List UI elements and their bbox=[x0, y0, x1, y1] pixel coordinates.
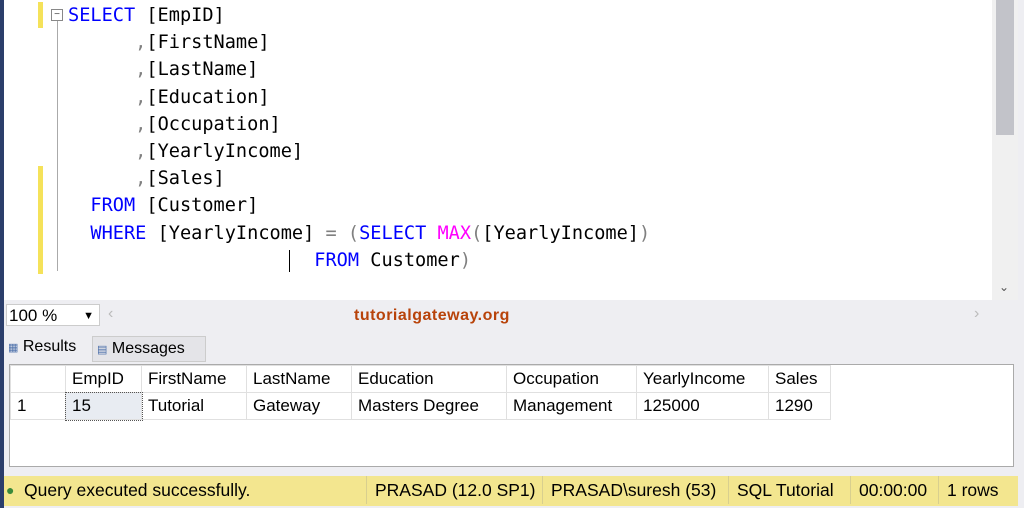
code-token: [YearlyIncome] bbox=[146, 141, 304, 163]
status-message: Query executed successfully. bbox=[24, 480, 251, 500]
collapse-icon[interactable]: − bbox=[51, 9, 63, 21]
zoom-value: 100 % bbox=[9, 306, 58, 325]
outline-guide bbox=[57, 21, 58, 271]
vertical-scrollbar[interactable]: ⌄ bbox=[992, 0, 1018, 300]
scroll-down-icon[interactable]: ⌄ bbox=[999, 280, 1009, 294]
code-token: [Occupation] bbox=[146, 113, 281, 135]
sql-code[interactable]: SELECT [EmpID] ,[FirstName] ,[LastName] … bbox=[68, 2, 650, 274]
scroll-left-icon[interactable]: ‹ bbox=[108, 305, 113, 323]
zoom-bar: 100 % ▼ ‹ › tutorialgateway.org bbox=[4, 302, 1018, 330]
code-token: , bbox=[135, 113, 147, 135]
results-grid[interactable]: EmpID FirstName LastName Education Occupatio… bbox=[9, 364, 1014, 467]
status-bar: ● Query executed successfully. PRASAD (1… bbox=[4, 476, 1018, 506]
table-cell[interactable]: Gateway bbox=[246, 392, 352, 420]
status-rows: 1 rows bbox=[938, 476, 999, 504]
code-line: FROM [Customer] bbox=[68, 192, 650, 219]
code-token: ( bbox=[471, 222, 483, 244]
code-token: [Sales] bbox=[146, 168, 225, 190]
column-header[interactable]: FirstName bbox=[141, 365, 247, 393]
code-line: ,[FirstName] bbox=[68, 29, 650, 56]
code-token: SELECT bbox=[359, 222, 427, 244]
scrollbar-thumb[interactable] bbox=[996, 0, 1014, 135]
code-token: [YearlyIncome] bbox=[482, 222, 640, 244]
table-cell[interactable]: Tutorial bbox=[141, 392, 247, 420]
code-token: , bbox=[135, 141, 147, 163]
code-token: [Education] bbox=[146, 86, 270, 108]
table-cell[interactable]: Masters Degree bbox=[351, 392, 507, 420]
code-line: ,[YearlyIncome] bbox=[68, 138, 650, 165]
code-token: , bbox=[135, 168, 147, 190]
code-token: [FirstName] bbox=[146, 32, 270, 54]
grid-icon: ▦ bbox=[8, 342, 19, 354]
table-cell[interactable]: 15 bbox=[64, 391, 143, 421]
code-token: ) bbox=[639, 222, 651, 244]
column-header[interactable]: LastName bbox=[246, 365, 352, 393]
code-token: [YearlyIncome] bbox=[146, 222, 326, 244]
code-token: ( bbox=[347, 222, 360, 244]
code-token: MAX bbox=[437, 222, 472, 244]
code-token: Customer bbox=[359, 249, 460, 271]
status-user: PRASAD\suresh (53) bbox=[542, 476, 716, 504]
column-header[interactable] bbox=[10, 365, 66, 393]
code-token: [EmpID] bbox=[135, 5, 225, 26]
table-cell[interactable]: 125000 bbox=[636, 392, 769, 420]
status-server: PRASAD (12.0 SP1) bbox=[366, 476, 535, 504]
table-cell[interactable]: 1290 bbox=[768, 392, 831, 420]
column-header[interactable]: Occupation bbox=[506, 365, 637, 393]
change-marker bbox=[38, 2, 43, 28]
tab-results[interactable]: ▦ Results bbox=[4, 334, 92, 360]
code-token: FROM bbox=[314, 249, 360, 271]
chevron-down-icon: ▼ bbox=[83, 310, 94, 322]
code-line: ,[Occupation] bbox=[68, 111, 650, 138]
column-header[interactable]: Education bbox=[351, 365, 507, 393]
code-token: , bbox=[135, 86, 147, 108]
column-header[interactable]: Sales bbox=[768, 365, 831, 393]
scroll-right-icon[interactable]: › bbox=[974, 305, 979, 323]
watermark: tutorialgateway.org bbox=[354, 307, 510, 324]
header-row: EmpID FirstName LastName Education Occupatio… bbox=[10, 365, 831, 393]
status-time: 00:00:00 bbox=[850, 476, 927, 504]
code-token: SELECT bbox=[68, 5, 136, 26]
code-line: ,[LastName] bbox=[68, 56, 650, 83]
tab-label: Messages bbox=[111, 340, 185, 357]
text-cursor bbox=[289, 250, 290, 272]
code-line: ,[Education] bbox=[68, 84, 650, 111]
messages-icon: ▤ bbox=[97, 344, 108, 356]
change-marker bbox=[38, 166, 43, 274]
tab-label: Results bbox=[22, 338, 77, 355]
table-row[interactable]: 1 15 Tutorial Gateway Masters Degree Manageme… bbox=[10, 391, 831, 421]
code-token: [LastName] bbox=[146, 59, 259, 81]
code-token: FROM bbox=[90, 195, 136, 217]
code-line: WHERE [YearlyIncome] = (SELECT MAX([Year… bbox=[68, 220, 650, 247]
status-database: SQL Tutorial bbox=[728, 476, 834, 504]
row-number[interactable]: 1 bbox=[10, 392, 66, 420]
success-icon: ● bbox=[6, 482, 15, 498]
code-line: SELECT [EmpID] bbox=[68, 2, 650, 29]
code-line: FROM Customer) bbox=[68, 247, 650, 274]
column-header[interactable]: EmpID bbox=[65, 365, 142, 393]
code-token: = bbox=[325, 222, 337, 244]
tab-messages[interactable]: ▤ Messages bbox=[92, 336, 206, 362]
code-token: [Customer] bbox=[135, 195, 259, 217]
column-header[interactable]: YearlyIncome bbox=[636, 365, 769, 393]
code-token: , bbox=[135, 32, 147, 54]
table-cell[interactable]: Management bbox=[506, 392, 637, 420]
code-line: ,[Sales] bbox=[68, 165, 650, 192]
code-token: WHERE bbox=[90, 222, 147, 244]
code-token: ) bbox=[459, 249, 472, 271]
code-token: , bbox=[135, 59, 147, 81]
zoom-select[interactable]: 100 % ▼ bbox=[6, 304, 100, 326]
query-editor[interactable]: − SELECT [EmpID] ,[FirstName] ,[LastName… bbox=[4, 0, 992, 300]
